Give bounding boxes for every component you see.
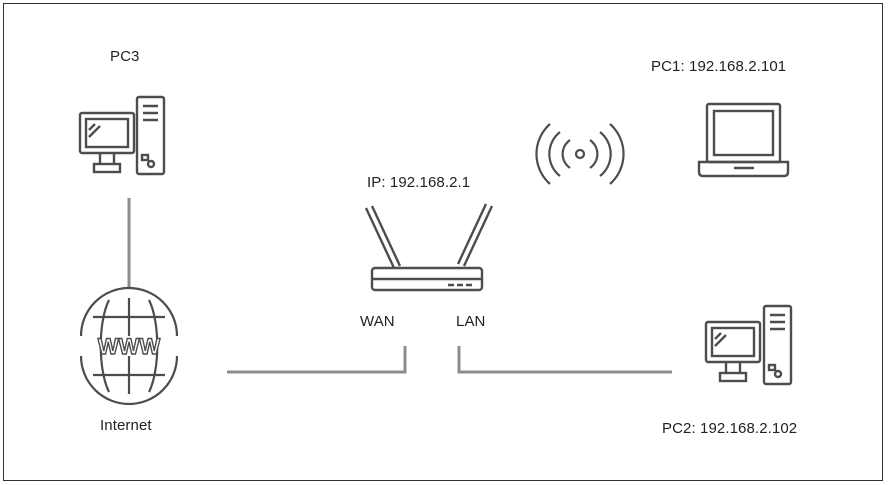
pc2-desktop-icon xyxy=(704,304,793,386)
globe-www-glyph: WWW xyxy=(98,334,161,359)
link-internet-wan xyxy=(227,346,407,374)
internet-globe-icon: WWW xyxy=(79,286,179,406)
link-lan-pc2 xyxy=(457,346,672,374)
pc1-laptop-icon xyxy=(697,102,790,178)
pc1-label: PC1: 192.168.2.101 xyxy=(651,58,787,75)
wifi-signal-icon xyxy=(535,123,625,185)
pc3-desktop-icon xyxy=(78,95,166,176)
pc3-label: PC3 xyxy=(110,48,140,65)
internet-label: Internet xyxy=(100,417,152,434)
router-icon xyxy=(364,203,494,292)
lan-port-label: LAN xyxy=(456,313,486,330)
pc2-label: PC2: 192.168.2.102 xyxy=(662,420,798,437)
wan-port-label: WAN xyxy=(360,313,395,330)
router-ip-label: IP: 192.168.2.1 xyxy=(367,174,471,191)
